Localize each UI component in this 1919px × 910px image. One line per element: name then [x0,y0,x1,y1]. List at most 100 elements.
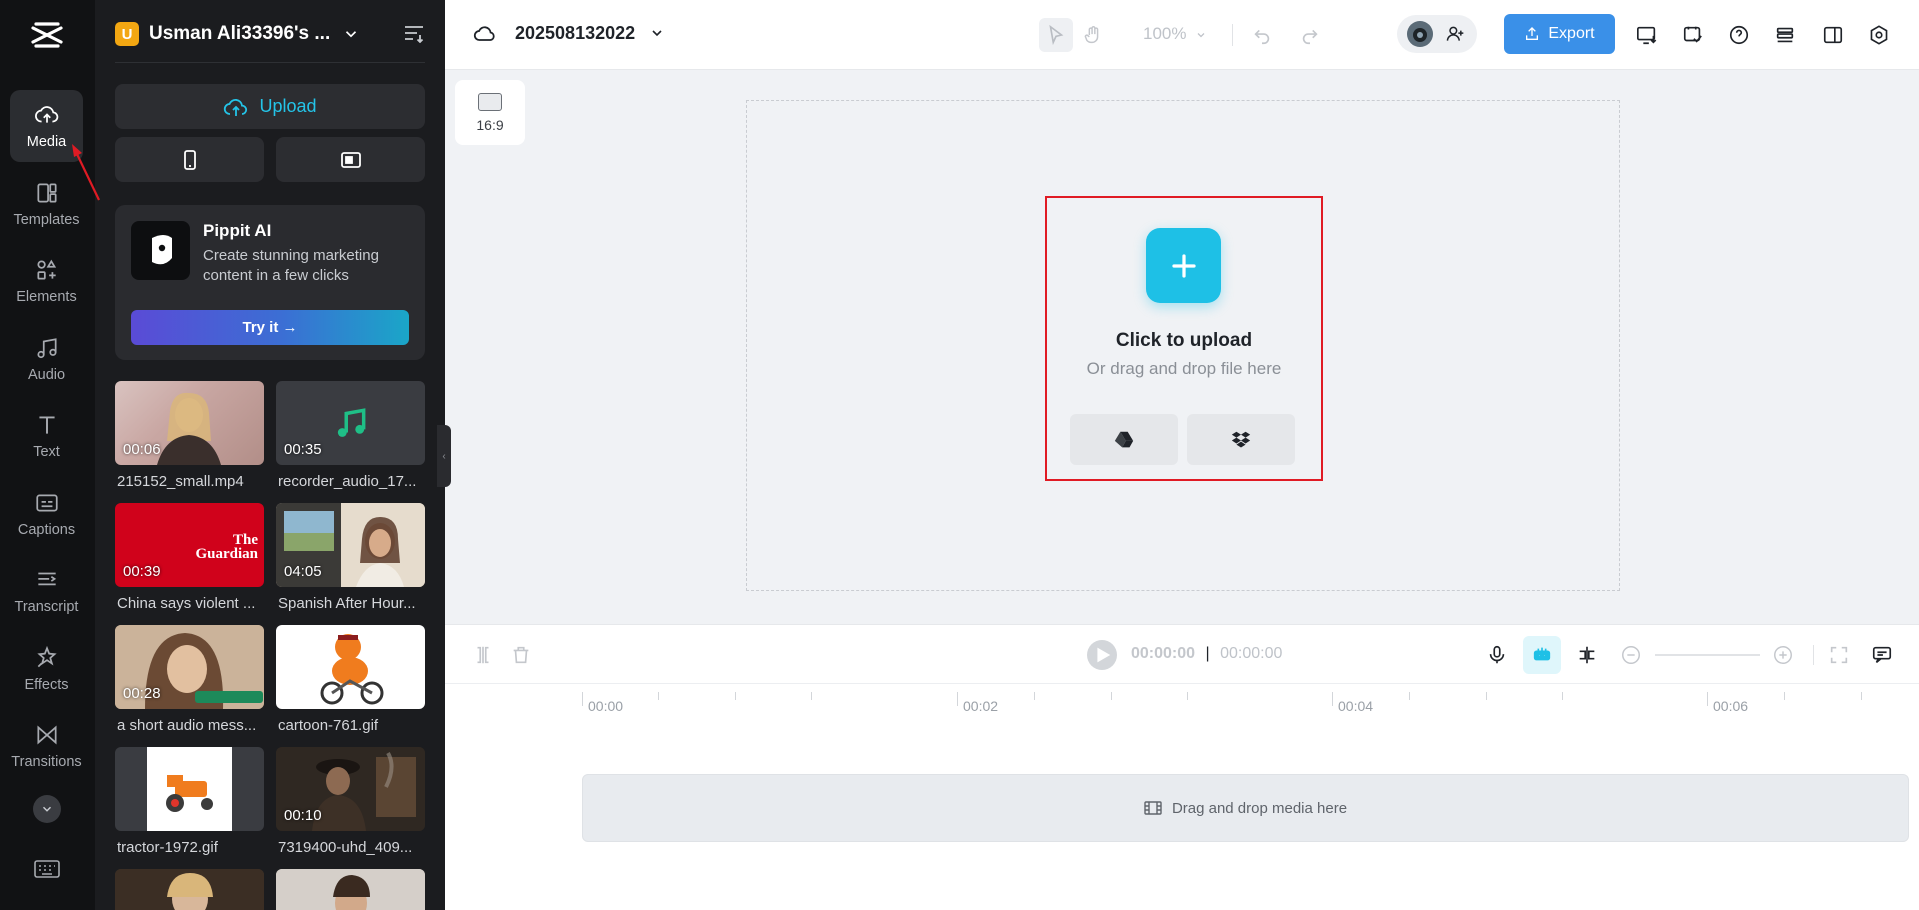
upload-from-phone-button[interactable] [115,137,264,182]
timeline-zoom-slider[interactable] [1655,654,1760,656]
rail-item-elements[interactable]: Elements [10,245,83,317]
media-thumbnail[interactable]: 00:28 [115,625,264,709]
export-label: Export [1548,25,1595,42]
rail-item-media[interactable]: Media [10,90,83,162]
toolbar-divider [1813,645,1814,665]
media-panel: U Usman Ali33396's ... Upload Pippit AI … [95,0,445,910]
dropbox-button[interactable] [1187,414,1295,465]
review-button[interactable] [1676,18,1710,52]
fit-timeline-button[interactable] [1825,641,1853,669]
split-view-button[interactable] [1573,641,1601,669]
rail-more-button[interactable] [33,795,61,823]
comments-button[interactable] [1868,641,1896,669]
zoom-dropdown[interactable]: 100% [1143,24,1207,44]
auto-snap-button[interactable] [1523,636,1561,674]
ruler-label: 00:04 [1338,698,1374,714]
person-image [115,869,264,910]
media-name: Spanish After Hour... [278,595,416,612]
media-thumbnail[interactable]: 00:35 [276,381,425,465]
pippit-promo-card: Pippit AI Create stunning marketing cont… [115,205,425,360]
ruler-tick [735,692,736,700]
duration-label: 00:39 [123,563,161,580]
workspace-selector[interactable]: U Usman Ali33396's ... [115,20,360,48]
undo-button[interactable] [1245,18,1279,52]
captions-icon [35,494,58,512]
rail-item-transitions[interactable]: Transitions [10,710,83,782]
media-thumbnail[interactable]: 04:05 [276,503,425,587]
ruler-tick [1784,692,1785,700]
media-thumbnail[interactable]: 00:06 [115,381,264,465]
add-media-button[interactable] [1146,228,1221,303]
sort-icon[interactable] [403,23,425,43]
record-screen-button[interactable] [276,137,425,182]
ruler-tick [1034,692,1035,700]
rail-item-label: Media [26,134,67,150]
upload-subtitle: Or drag and drop file here [1086,359,1282,378]
minus-circle-icon [1622,646,1640,664]
ruler-tick [658,692,659,700]
chevron-down-icon [652,30,662,37]
redo-button[interactable] [1293,18,1327,52]
split-button[interactable] [469,641,497,669]
plus-icon [1171,253,1196,278]
layers-button[interactable] [1768,18,1802,52]
settings-button[interactable] [1862,18,1896,52]
media-thumbnail[interactable] [115,869,264,910]
ruler-tick [1861,692,1862,700]
rail-item-effects[interactable]: Effects [10,633,83,705]
templates-icon [36,183,57,203]
stack-icon [1776,27,1794,43]
collaborators[interactable] [1397,15,1477,53]
rail-item-text[interactable]: Text [10,400,83,472]
media-thumbnail[interactable] [115,747,264,831]
collapse-panel-handle[interactable]: ‹ [437,425,451,487]
aspect-ratio-button[interactable]: 16:9 [455,80,525,145]
transcript-icon [37,572,56,586]
avatar [1407,21,1433,47]
ruler-tick [1111,692,1112,700]
google-drive-button[interactable] [1070,414,1178,465]
help-icon [1729,25,1749,45]
rail-item-audio[interactable]: Audio [10,323,83,395]
media-thumbnail[interactable] [276,625,425,709]
workspace-name: Usman Ali33396's ... [149,23,331,44]
cloud-upload-icon [34,106,58,123]
help-button[interactable] [1722,18,1756,52]
comment-icon [1872,646,1892,663]
upload-button[interactable]: Upload [115,84,425,129]
rail-item-label: Elements [16,289,77,305]
pippit-logo [131,221,190,280]
rail-item-templates[interactable]: Templates [10,168,83,240]
export-button[interactable]: Export [1504,14,1615,54]
upload-dropzone[interactable]: Click to upload Or drag and drop file he… [1045,196,1323,481]
duration-label: 00:28 [123,685,161,702]
music-note-icon [36,338,57,359]
project-selector[interactable]: 202508132022 [473,22,665,44]
media-name: 215152_small.mp4 [117,473,244,490]
media-thumbnail[interactable]: 00:10 [276,747,425,831]
guardian-logo: The Guardian [195,532,258,562]
hand-tool-button[interactable] [1076,18,1110,52]
promo-title: Pippit AI [203,221,272,240]
transitions-icon [36,725,57,745]
toggle-panel-button[interactable] [1816,18,1850,52]
rail-item-captions[interactable]: Captions [10,478,83,550]
keyboard-icon[interactable] [33,858,61,880]
text-icon [38,416,55,434]
zoom-in-button[interactable] [1769,641,1797,669]
present-button[interactable] [1630,18,1664,52]
media-thumbnail[interactable]: The Guardian 00:39 [115,503,264,587]
media-thumbnail[interactable] [276,869,425,910]
play-button[interactable] [1087,640,1117,670]
try-it-button[interactable]: Try it → [131,310,409,345]
delete-button[interactable] [507,641,535,669]
timeline-drop-track[interactable]: Drag and drop media here [582,774,1909,842]
rail-item-transcript[interactable]: Transcript [10,555,83,627]
select-tool-button[interactable] [1039,18,1073,52]
zoom-out-button[interactable] [1617,641,1645,669]
media-name: tractor-1972.gif [117,839,218,856]
record-voice-button[interactable] [1483,641,1511,669]
elements-icon [36,259,56,280]
ruler-tick [1409,692,1410,700]
ruler-tick [582,692,583,706]
